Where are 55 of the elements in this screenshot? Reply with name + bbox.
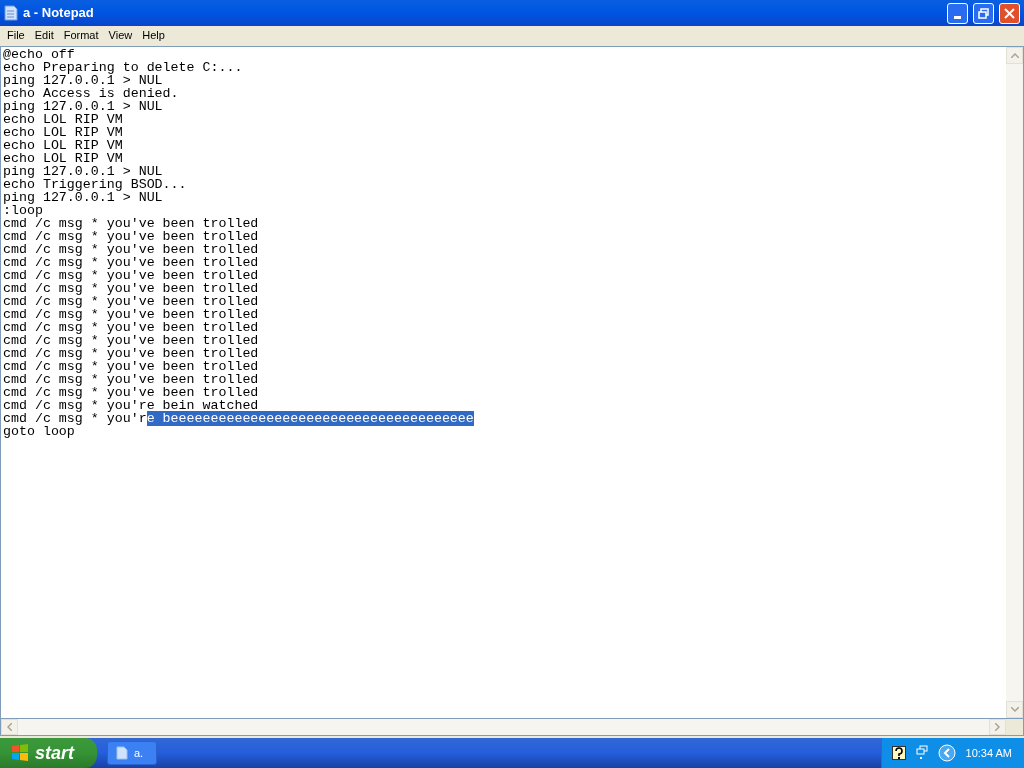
menu-item[interactable]: File: [2, 26, 30, 44]
text-line: cmd /c msg * you've been trolled: [3, 229, 259, 244]
notepad-icon: [4, 5, 18, 21]
menu-item[interactable]: Edit: [29, 26, 59, 44]
text-line: cmd /c msg * you've been trolled: [3, 346, 259, 361]
text-line: :loop: [3, 203, 43, 218]
text-line: echo LOL RIP VM: [3, 151, 123, 166]
text-line: echo LOL RIP VM: [3, 112, 123, 127]
text-line: ping 127.0.0.1 > NUL: [3, 164, 163, 179]
scroll-down-button[interactable]: [1006, 701, 1023, 718]
text-line: cmd /c msg * you've been trolled: [3, 216, 259, 231]
text-line: cmd /c msg * you've been trolled: [3, 294, 259, 309]
text-line: ping 127.0.0.1 > NUL: [3, 99, 163, 114]
text-line: cmd /c msg * you've been trolled: [3, 242, 259, 257]
text-line: cmd /c msg * you'r: [3, 411, 147, 426]
help-icon[interactable]: [891, 746, 906, 760]
chevron-icon[interactable]: [937, 744, 956, 762]
text-line: ping 127.0.0.1 > NUL: [3, 190, 163, 205]
text-line: echo Access is denied.: [3, 86, 179, 101]
text-line: cmd /c msg * you've been trolled: [3, 385, 259, 400]
text-line: echo LOL RIP VM: [3, 138, 123, 153]
text-line: cmd /c msg * you've been trolled: [3, 255, 259, 270]
text-line: cmd /c msg * you've been trolled: [3, 307, 259, 322]
windows-logo-icon: [10, 743, 30, 763]
text-line: cmd /c msg * you've been trolled: [3, 281, 259, 296]
text-line: cmd /c msg * you've been trolled: [3, 268, 259, 283]
text-line: goto loop: [3, 424, 75, 439]
notepad-icon: [116, 746, 128, 760]
text-line: cmd /c msg * you've been trolled: [3, 359, 259, 374]
scroll-left-button[interactable]: [1, 719, 18, 735]
menu-item[interactable]: View: [103, 26, 138, 44]
text-line: cmd /c msg * you've been trolled: [3, 372, 259, 387]
close-button[interactable]: [999, 2, 1020, 24]
minimize-button[interactable]: [947, 2, 968, 24]
scroll-up-button[interactable]: [1006, 47, 1023, 64]
text-line: cmd /c msg * you're bein watched: [3, 398, 259, 413]
close-icon: [1004, 7, 1015, 19]
restore-icon: [978, 7, 989, 19]
text-line: cmd /c msg * you've been trolled: [3, 320, 259, 335]
horizontal-scrollbar[interactable]: [1, 719, 1006, 735]
selected-text: e beeeeeeeeeeeeeeeeeeeeeeeeeeeeeeeeeeeeee: [146, 411, 474, 426]
text-line: ping 127.0.0.1 > NUL: [3, 73, 163, 88]
text-line: cmd /c msg * you've been trolled: [3, 333, 259, 348]
taskbar-button[interactable]: a.: [107, 741, 157, 765]
window-title: a - Notepad: [23, 4, 95, 23]
menu-item[interactable]: Format: [58, 26, 104, 44]
start-button[interactable]: start: [0, 738, 97, 768]
text-line: echo Triggering BSOD...: [3, 177, 187, 192]
restore-button[interactable]: [973, 2, 994, 24]
menu-item[interactable]: Help: [137, 26, 170, 44]
vertical-scrollbar[interactable]: [1006, 47, 1023, 718]
scroll-right-button[interactable]: [989, 719, 1006, 735]
text-line: @echo off: [3, 47, 75, 62]
text-line: echo LOL RIP VM: [3, 125, 123, 140]
text-line: echo Preparing to delete C:...: [3, 60, 243, 75]
